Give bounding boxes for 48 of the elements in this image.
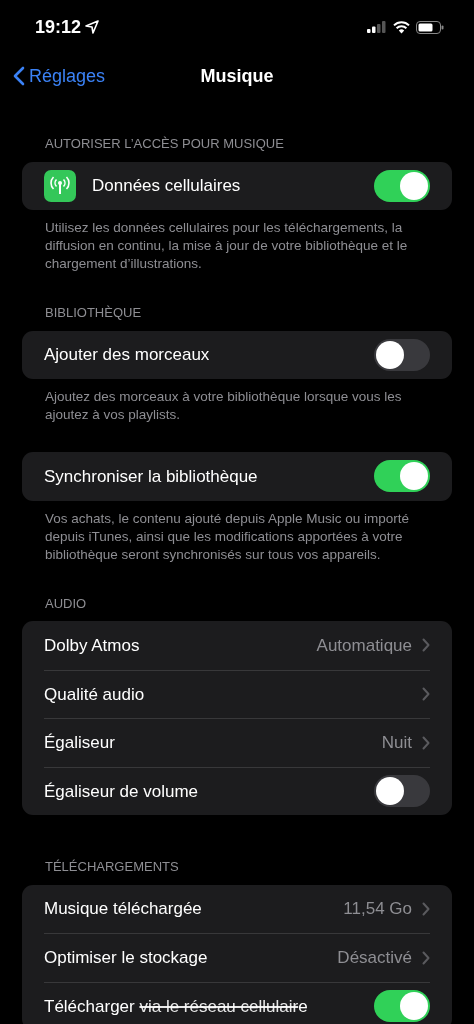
settings-row[interactable]: Ajouter des morceaux [22, 330, 452, 379]
section-header: AUDIO [44, 594, 88, 613]
section-header: AUTORISER L’ACCÈS POUR MUSIQUE [44, 135, 285, 153]
antenna-icon [44, 169, 76, 202]
toggle-switch[interactable] [374, 460, 430, 493]
chevron-right-icon [422, 687, 430, 702]
row-label: Musique téléchargée [44, 898, 203, 920]
row-value: 11,54 Go [343, 898, 412, 920]
settings-row[interactable]: Musique téléchargée 11,54 Go [22, 884, 452, 933]
section-header: TÉLÉCHARGEMENTS [44, 858, 180, 876]
row-value: Désactivé [337, 947, 412, 969]
row-value: Automatique [316, 634, 412, 657]
toggle-switch[interactable] [374, 775, 430, 808]
chevron-left-icon [13, 66, 25, 86]
toggle-switch[interactable] [374, 990, 430, 1023]
row-label: Ajouter des morceaux [44, 344, 211, 366]
row-label: Synchroniser la bibliothèque [44, 465, 259, 488]
row-label: Dolby Atmos [44, 634, 141, 657]
status-time: 19:12 [35, 15, 82, 39]
section-footer: Ajoutez des morceaux à votre bibliothèque lorsque vous les ajoutez à vos playlists. [0, 388, 474, 424]
chevron-right-icon [422, 735, 430, 750]
row-label: Égaliseur [44, 732, 116, 754]
row-value: Nuit [381, 732, 412, 754]
row-label: Qualité audio [44, 683, 146, 706]
wifi-icon [393, 20, 410, 34]
chevron-right-icon [422, 901, 430, 916]
page-title: Musique [200, 64, 274, 88]
row-label: Égaliseur de volume [44, 780, 200, 803]
battery-icon [416, 20, 444, 34]
settings-row[interactable]: Optimiser le stockage Désactivé [22, 933, 452, 982]
chevron-right-icon [422, 638, 430, 653]
toggle-switch[interactable] [374, 338, 430, 371]
settings-row[interactable]: Qualité audio [22, 669, 452, 718]
settings-row[interactable]: Synchroniser la bibliothèque [22, 452, 452, 501]
back-button[interactable]: Réglages [0, 62, 106, 90]
row-label: Optimiser le stockage [44, 947, 209, 969]
settings-row[interactable]: Égaliseur Nuit [22, 718, 452, 767]
section-header: BIBLIOTHÈQUE [44, 304, 143, 322]
section-footer: Utilisez les données cellulaires pour les téléchargements, la diffusion en continu, la mise à jour de votre bibliothèque et le chargement d’illustrations. [0, 219, 474, 273]
chevron-right-icon [422, 950, 430, 965]
signal-icon [367, 21, 387, 33]
location-arrow-icon [85, 20, 100, 34]
settings-row[interactable]: Égaliseur de volume [22, 766, 452, 815]
toggle-switch[interactable] [374, 169, 430, 202]
settings-row[interactable]: Dolby Atmos Automatique [22, 621, 452, 670]
row-label: Données cellulaires [92, 175, 242, 197]
section-footer: Vos achats, le contenu ajouté depuis Apple Music ou importé depuis iTunes, ainsi que les modifications apportées à votre bibliothèque seront synchronisés sur tous vos appareils. [0, 509, 474, 564]
settings-row[interactable]: Données cellulaires [22, 161, 452, 210]
